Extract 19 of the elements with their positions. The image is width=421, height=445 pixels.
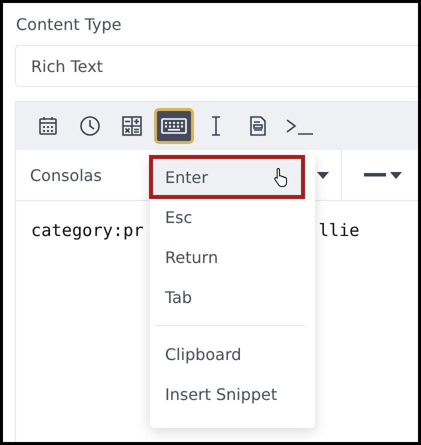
menu-item[interactable]: Enter: [151, 157, 303, 197]
content-type-field[interactable]: Rich Text: [15, 45, 418, 87]
calendar-icon: [37, 115, 59, 137]
pointer-cursor-icon: [273, 167, 289, 187]
caret-icon: [390, 172, 402, 178]
code-text: llie: [318, 221, 360, 241]
keyboard-icon: [161, 115, 187, 137]
menu-item[interactable]: Clipboard: [151, 334, 313, 374]
caret-icon: [317, 172, 329, 178]
document-icon: [247, 115, 269, 137]
clock-icon: [79, 115, 101, 137]
field-label: Content Type: [16, 15, 122, 36]
menu-item[interactable]: Insert Snippet: [151, 374, 313, 414]
code-text: category:pr: [31, 221, 144, 241]
menu-item[interactable]: Esc: [151, 197, 313, 237]
toolbar-button[interactable]: [154, 108, 194, 144]
menu-item[interactable]: Tab: [151, 277, 313, 317]
menu-item[interactable]: Return: [151, 237, 313, 277]
calculator-icon: [121, 115, 143, 137]
